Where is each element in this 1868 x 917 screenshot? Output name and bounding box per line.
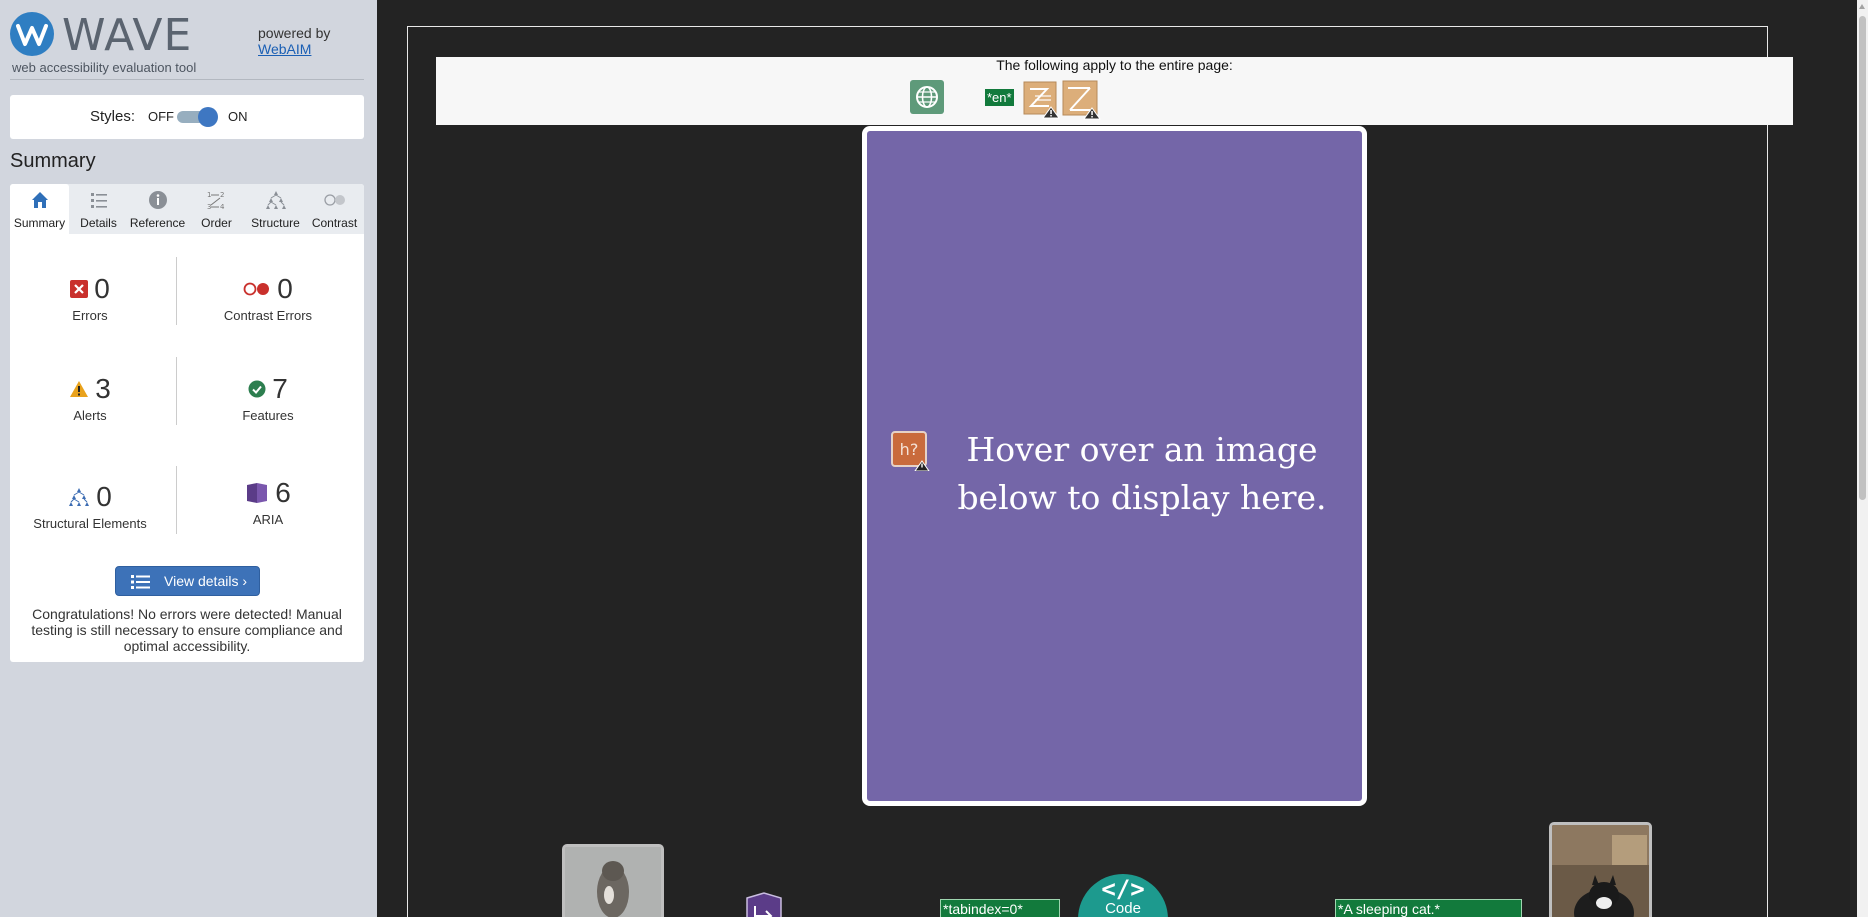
tab-reference[interactable]: Reference bbox=[128, 184, 187, 234]
errors-count: 0 bbox=[94, 273, 110, 304]
tab-label: Summary bbox=[13, 216, 66, 230]
divider bbox=[176, 357, 177, 425]
code-icon: </> bbox=[1101, 875, 1145, 903]
page-preview: The following apply to the entire page: … bbox=[377, 0, 1857, 917]
tab-details[interactable]: Details bbox=[69, 184, 128, 234]
styles-toggle[interactable] bbox=[177, 107, 218, 127]
page-level-text: The following apply to the entire page: bbox=[996, 57, 1233, 73]
structural-count: 0 bbox=[96, 481, 112, 512]
wave-tagline: web accessibility evaluation tool bbox=[12, 60, 197, 75]
stat-errors[interactable]: 0 Errors bbox=[10, 273, 170, 323]
code-button-label: Code bbox=[1105, 900, 1141, 917]
styles-on-label: ON bbox=[228, 109, 248, 124]
errors-label: Errors bbox=[72, 308, 108, 323]
tab-label: Reference bbox=[129, 216, 186, 230]
aria-label: ARIA bbox=[252, 512, 284, 527]
aria-count: 6 bbox=[275, 477, 291, 508]
home-icon bbox=[10, 190, 69, 210]
alerts-label: Alerts bbox=[73, 408, 107, 423]
info-icon bbox=[128, 190, 187, 210]
stat-features[interactable]: 7 Features bbox=[188, 373, 348, 423]
language-icon[interactable] bbox=[910, 80, 944, 119]
vertical-scrollbar[interactable] bbox=[1857, 0, 1868, 917]
list-icon bbox=[131, 575, 150, 589]
aria-icon bbox=[247, 483, 268, 503]
tab-contrast[interactable]: Contrast bbox=[305, 184, 364, 234]
error-icon bbox=[70, 280, 89, 298]
wave-logo-icon bbox=[10, 12, 54, 56]
congrats-message: Congratulations! No errors were detected… bbox=[31, 606, 343, 654]
list-icon bbox=[69, 190, 128, 210]
sleeping-cat-thumbnail[interactable] bbox=[1549, 822, 1652, 917]
scrollbar-thumb[interactable] bbox=[1859, 16, 1866, 500]
tab-label: Contrast bbox=[311, 216, 358, 230]
hover-prompt-text: Hover over an image below to display her… bbox=[957, 430, 1327, 517]
cat-image-thumbnail[interactable] bbox=[562, 844, 664, 917]
structure-icon bbox=[246, 190, 305, 210]
wave-logo-header: WAVE web accessibility evaluation tool p… bbox=[10, 12, 364, 80]
contrast-errors-count: 0 bbox=[277, 273, 293, 304]
stat-structural[interactable]: 0 Structural Elements bbox=[10, 481, 170, 531]
tab-order[interactable]: 1 2 3 4 Order bbox=[187, 184, 246, 234]
structural-label: Structural Elements bbox=[33, 516, 147, 531]
tab-label: Details bbox=[80, 216, 117, 230]
panel-title: Summary bbox=[10, 150, 96, 172]
contrast-error-icon bbox=[243, 282, 270, 296]
scroll-up-arrow-icon[interactable] bbox=[1859, 4, 1865, 9]
contrast-errors-label: Contrast Errors bbox=[223, 308, 313, 323]
svg-text:3: 3 bbox=[207, 203, 211, 211]
divider bbox=[176, 466, 177, 534]
wave-sidebar: WAVE web accessibility evaluation tool p… bbox=[0, 0, 377, 917]
features-count: 7 bbox=[272, 373, 288, 404]
alt-text-label: *A sleeping cat.* bbox=[1335, 899, 1522, 917]
tab-structure[interactable]: Structure bbox=[246, 184, 305, 234]
view-details-label: View details › bbox=[164, 573, 248, 589]
powered-by-label: powered by bbox=[258, 25, 331, 41]
view-details-button[interactable]: View details › bbox=[115, 566, 260, 596]
structure-icon bbox=[69, 488, 90, 506]
summary-panel: Summary Details Reference 1 2 3 4 Order Str… bbox=[10, 184, 364, 662]
alerts-count: 3 bbox=[95, 373, 111, 404]
webaim-link[interactable]: WebAIM bbox=[258, 41, 330, 57]
tab-label: Order bbox=[201, 216, 232, 230]
svg-text:4: 4 bbox=[220, 203, 225, 211]
order-icon: 1 2 3 4 bbox=[187, 190, 246, 211]
styles-label: Styles: bbox=[90, 108, 136, 125]
tab-label: Structure bbox=[251, 216, 300, 230]
divider bbox=[176, 257, 177, 325]
hover-display-box: h? Hover over an image below to display … bbox=[862, 126, 1367, 806]
styles-toggle-box: Styles: OFF ON bbox=[10, 95, 364, 139]
alert-icon bbox=[70, 381, 89, 397]
justified-text-alert-icon[interactable] bbox=[1062, 80, 1102, 125]
tab-summary[interactable]: Summary bbox=[10, 184, 69, 234]
toggle-knob bbox=[198, 107, 218, 127]
features-label: Features bbox=[242, 408, 294, 423]
powered-by: powered by WebAIM bbox=[258, 25, 330, 57]
wave-logo-text: WAVE bbox=[62, 10, 193, 61]
stat-aria[interactable]: 6 ARIA bbox=[188, 477, 348, 527]
lang-en-badge[interactable]: *en* bbox=[985, 89, 1014, 106]
svg-text:1: 1 bbox=[207, 191, 211, 199]
tabindex-label: *tabindex=0* bbox=[940, 899, 1060, 917]
contrast-icon bbox=[305, 190, 364, 210]
feature-check-icon bbox=[248, 380, 266, 398]
page-level-bar: The following apply to the entire page: … bbox=[436, 57, 1793, 125]
very-small-text-alert-icon[interactable] bbox=[1023, 81, 1061, 124]
aria-tabindex-icon[interactable] bbox=[745, 892, 783, 917]
svg-text:2: 2 bbox=[220, 191, 224, 199]
code-toggle-button[interactable]: </> Code bbox=[1078, 874, 1168, 917]
panel-tabs: Summary Details Reference 1 2 3 4 Order Str… bbox=[10, 184, 364, 234]
stat-contrast-errors[interactable]: 0 Contrast Errors bbox=[188, 273, 348, 323]
styles-off-label: OFF bbox=[148, 109, 174, 124]
heading-alert-text: h? bbox=[900, 440, 919, 459]
stat-alerts[interactable]: 3 Alerts bbox=[10, 373, 170, 423]
